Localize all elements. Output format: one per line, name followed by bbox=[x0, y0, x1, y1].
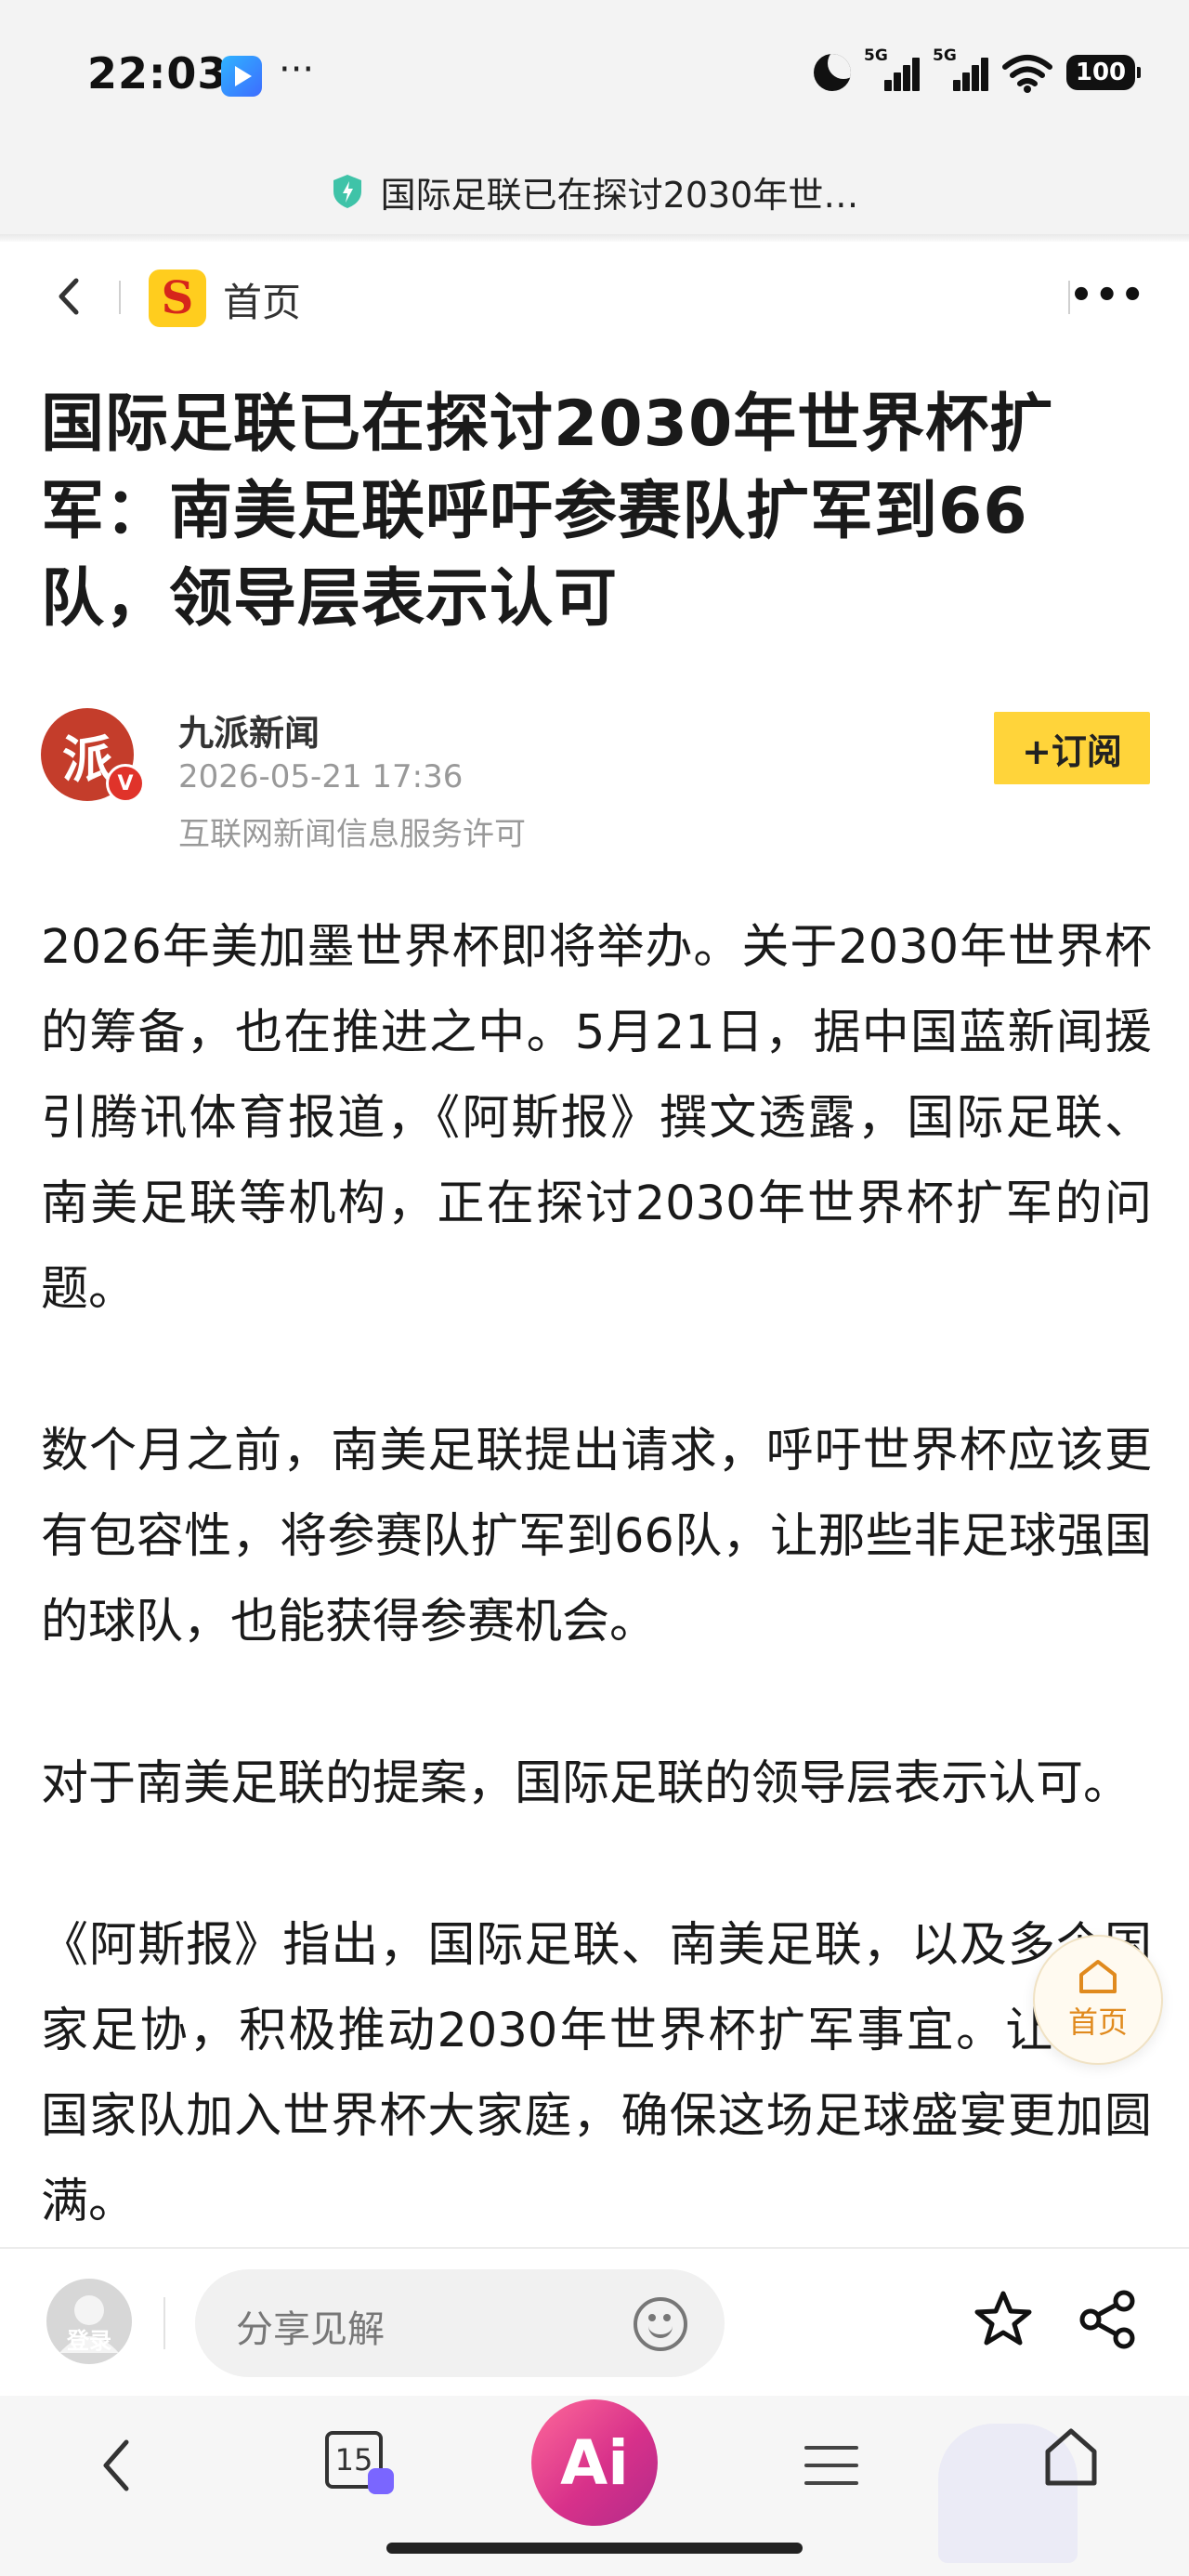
divider bbox=[163, 2297, 165, 2349]
verified-badge-icon: V bbox=[106, 764, 145, 803]
home-link[interactable]: 首页 bbox=[223, 271, 301, 328]
article-nav-bar: S 首页 ••• bbox=[0, 258, 1189, 336]
divider bbox=[119, 281, 121, 314]
video-app-icon bbox=[221, 56, 262, 97]
network-type-label: 5G bbox=[933, 46, 957, 65]
clock: 22:03 bbox=[87, 48, 229, 99]
back-arrow-icon[interactable] bbox=[46, 273, 93, 320]
home-indicator[interactable] bbox=[386, 2543, 803, 2554]
divider bbox=[0, 234, 1189, 242]
status-indicators: 5G 5G 100 bbox=[814, 46, 1141, 93]
incognito-badge-icon bbox=[368, 2468, 394, 2494]
menu-icon[interactable] bbox=[804, 2442, 858, 2489]
license-text[interactable]: 互联网新闻信息服务许可 bbox=[178, 808, 526, 854]
comment-action-bar: 登录 分享见解 bbox=[0, 2247, 1189, 2396]
paragraph: 数个月之前，南美足联提出请求，呼吁世界杯应该更有包容性，将参赛队扩军到66队，让… bbox=[41, 1424, 1152, 1649]
url-text[interactable]: 国际足联已在探讨2030年世… bbox=[381, 166, 859, 217]
back-icon[interactable] bbox=[89, 2433, 145, 2498]
wifi-icon bbox=[1002, 55, 1052, 93]
publish-date: 2026-05-21 17:36 bbox=[178, 758, 464, 795]
do-not-disturb-icon bbox=[814, 54, 851, 91]
paragraph: 对于南美足联的提案，国际足联的领导层表示认可。 bbox=[41, 1756, 1131, 1811]
login-avatar[interactable]: 登录 bbox=[46, 2279, 132, 2364]
article-body: 2026年美加墨世界杯即将举办。关于2030年世界杯的筹备，也在推进之中。5月2… bbox=[41, 905, 1152, 2321]
share-icon[interactable] bbox=[1078, 2288, 1139, 2351]
article-title: 国际足联已在探讨2030年世界杯扩军：南美足联呼吁参赛队扩军到66队，领导层表示… bbox=[41, 388, 1054, 636]
home-icon bbox=[1079, 1960, 1117, 1993]
logo-letter: S bbox=[161, 272, 194, 324]
login-label: 登录 bbox=[67, 2328, 111, 2354]
network-type-label: 5G bbox=[864, 46, 888, 65]
paragraph: 2026年美加墨世界杯即将举办。关于2030年世界杯的筹备，也在推进之中。5月2… bbox=[41, 920, 1152, 1317]
signal-icon: 5G bbox=[933, 46, 988, 93]
subscribe-button[interactable]: +订阅 bbox=[994, 712, 1150, 784]
more-icon[interactable]: ••• bbox=[1069, 277, 1146, 314]
emoji-icon[interactable] bbox=[634, 2297, 687, 2351]
avatar-char: 派 bbox=[62, 729, 112, 789]
floating-home-label: 首页 bbox=[1067, 2004, 1128, 2040]
ai-assistant-button[interactable]: Ai bbox=[531, 2399, 658, 2526]
floating-home-button[interactable]: 首页 bbox=[1033, 1935, 1163, 2065]
comment-placeholder: 分享见解 bbox=[236, 2308, 385, 2351]
shield-check-icon bbox=[333, 175, 361, 208]
url-bar[interactable]: 国际足联已在探讨2030年世… bbox=[0, 149, 1189, 234]
paragraph: 《阿斯报》指出，国际足联、南美足联，以及多个国家足协，积极推动2030年世界杯扩… bbox=[41, 1918, 1152, 2229]
sohu-logo-icon[interactable]: S bbox=[149, 269, 206, 327]
author-name[interactable]: 九派新闻 bbox=[178, 704, 320, 756]
signal-icon: 5G bbox=[864, 46, 920, 93]
home-icon[interactable] bbox=[1042, 2425, 1100, 2491]
comment-input[interactable]: 分享见解 bbox=[195, 2269, 725, 2377]
favorite-star-icon[interactable] bbox=[972, 2288, 1035, 2351]
more-notifications-icon: ··· bbox=[279, 48, 315, 91]
status-bar: 22:03 ··· 5G 5G 100 bbox=[0, 0, 1189, 149]
battery-icon: 100 bbox=[1066, 55, 1141, 90]
